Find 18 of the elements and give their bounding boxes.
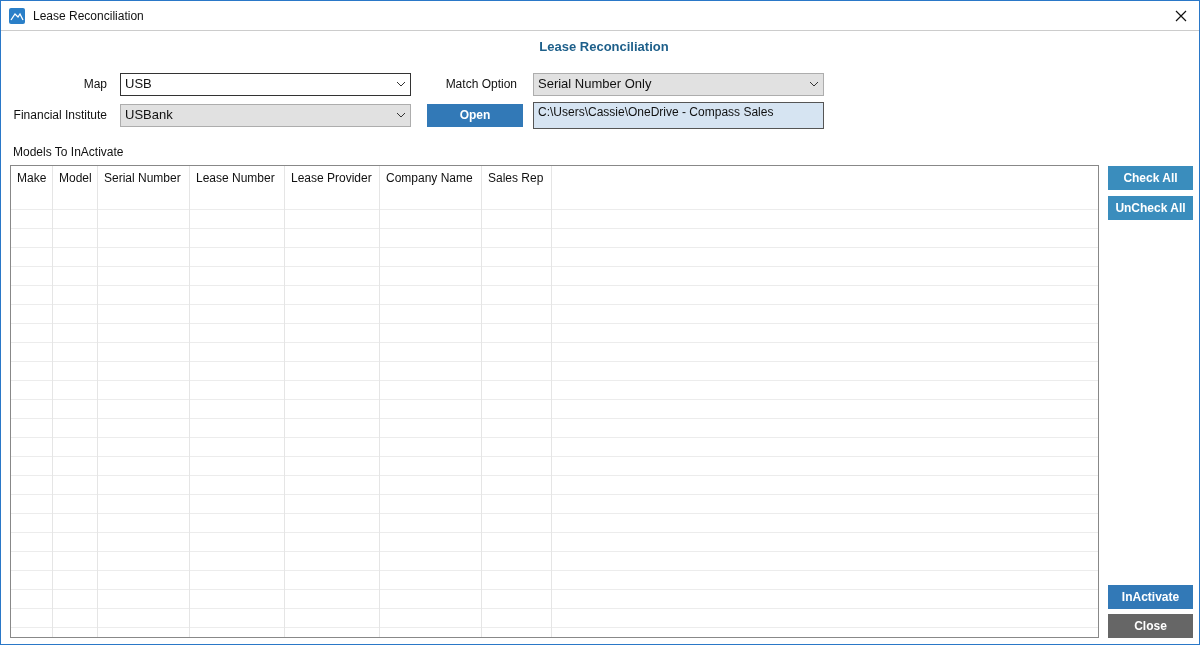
action-button[interactable]: Check All xyxy=(1108,165,1193,190)
table-title: Models To InActivate xyxy=(13,143,125,161)
chevron-down-icon xyxy=(396,81,406,87)
open-button[interactable]: Open xyxy=(427,103,523,127)
app-logo-icon xyxy=(9,7,25,24)
action-button[interactable]: Close xyxy=(1108,614,1193,638)
close-icon[interactable] xyxy=(1175,9,1187,22)
action-button[interactable]: InActivate xyxy=(1108,585,1193,609)
form-heading: Lease Reconciliation xyxy=(539,38,669,56)
field-label: Financial Institute xyxy=(12,107,107,124)
field-label: Map xyxy=(82,76,107,93)
chevron-down-icon xyxy=(809,81,819,87)
chevron-down-icon xyxy=(396,112,406,118)
field-label: Match Option xyxy=(444,76,517,93)
dropdown[interactable]: USB xyxy=(120,72,411,96)
window-title: Lease Reconciliation xyxy=(33,7,144,25)
action-button[interactable]: UnCheck All xyxy=(1108,195,1193,220)
file-path-field[interactable]: C:\Users\Cassie\OneDrive - Compass Sales xyxy=(533,101,824,129)
